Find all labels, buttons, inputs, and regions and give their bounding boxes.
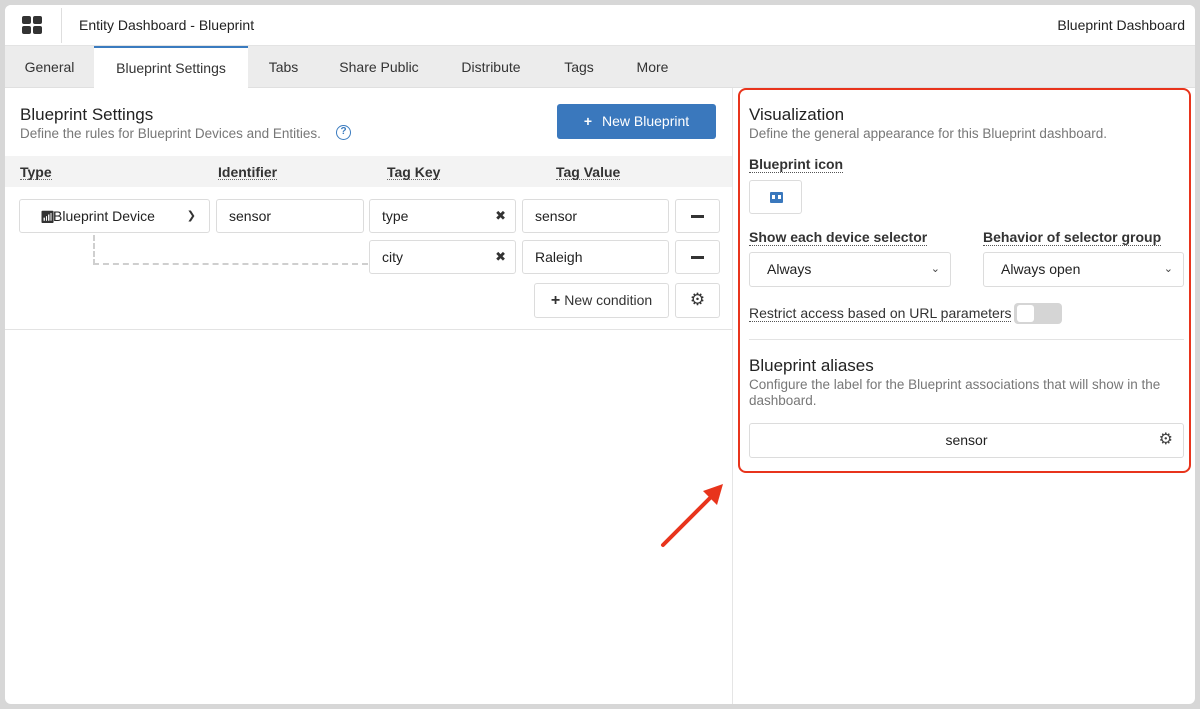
section-title: Blueprint Settings: [20, 105, 154, 124]
alias-value: sensor: [945, 432, 988, 448]
device-selector-select[interactable]: Always ⌄: [749, 252, 951, 287]
help-icon[interactable]: ?: [336, 125, 351, 140]
type-select[interactable]: 📶︎Blueprint Device ❯: [19, 199, 210, 233]
selector-group-label: Behavior of selector group: [983, 229, 1162, 246]
plus-icon: +: [550, 292, 561, 309]
new-condition-button[interactable]: + New condition: [534, 283, 669, 318]
column-tag-key: Tag Key: [387, 164, 441, 180]
new-blueprint-button[interactable]: + New Blueprint: [557, 104, 716, 139]
tab-tags[interactable]: Tags: [543, 46, 615, 88]
device-selector-value: Always: [767, 261, 812, 277]
clear-icon[interactable]: ✖: [495, 241, 506, 273]
selector-group-value: Always open: [1001, 261, 1081, 277]
connector-line: [93, 235, 95, 265]
aliases-title: Blueprint aliases: [749, 356, 874, 375]
tag-key-value: city: [382, 249, 403, 265]
annotation-arrow-icon: [661, 484, 723, 547]
restrict-access-toggle[interactable]: [1014, 303, 1062, 324]
tag-key-input[interactable]: type ✖: [369, 199, 516, 233]
top-bar: Entity Dashboard - Blueprint Blueprint D…: [5, 5, 1195, 46]
tab-distribute[interactable]: Distribute: [439, 46, 543, 88]
blueprint-icon-label: Blueprint icon: [749, 156, 844, 173]
tag-value-input[interactable]: Raleigh: [522, 240, 669, 274]
aliases-subtitle: Configure the label for the Blueprint as…: [749, 377, 1161, 408]
minus-icon: [691, 255, 704, 259]
new-blueprint-label: New Blueprint: [602, 113, 690, 129]
sensor-icon: 📶︎: [40, 210, 56, 224]
new-condition-label: New condition: [564, 292, 653, 308]
remove-condition-button[interactable]: [675, 199, 720, 233]
type-select-value: Blueprint Device: [53, 208, 155, 224]
chevron-down-icon: ⌄: [930, 263, 940, 275]
tab-bar: General Blueprint Settings Tabs Share Pu…: [5, 46, 1195, 89]
tag-value-input[interactable]: sensor: [522, 199, 669, 233]
column-tag-value: Tag Value: [556, 164, 621, 180]
blueprint-icon: [770, 192, 783, 203]
selector-group-select[interactable]: Always open ⌄: [983, 252, 1184, 287]
restrict-access-label: Restrict access based on URL parameters: [749, 305, 1012, 322]
divider: [749, 339, 1184, 340]
minus-icon: [691, 214, 704, 218]
tag-key-value: type: [382, 208, 409, 224]
tab-blueprint-settings[interactable]: Blueprint Settings: [94, 46, 248, 89]
tab-more[interactable]: More: [615, 46, 690, 88]
connector-line: [93, 263, 368, 265]
remove-condition-button[interactable]: [675, 240, 720, 274]
chevron-down-icon: ⌄: [1163, 263, 1173, 275]
visualization-subtitle: Define the general appearance for this B…: [749, 126, 1107, 141]
column-identifier: Identifier: [218, 164, 278, 180]
visualization-title: Visualization: [749, 105, 845, 124]
device-selector-label: Show each device selector: [749, 229, 928, 246]
alias-input[interactable]: sensor ⚙︎: [749, 423, 1184, 458]
page-title: Entity Dashboard - Blueprint: [79, 17, 255, 33]
section-subtitle: Define the rules for Blueprint Devices a…: [20, 126, 321, 141]
grid-icon[interactable]: [22, 16, 42, 34]
tab-general[interactable]: General: [5, 46, 94, 88]
identifier-input[interactable]: sensor: [216, 199, 364, 233]
gear-icon[interactable]: ⚙︎: [1159, 423, 1173, 456]
divider: [61, 8, 62, 43]
clear-icon[interactable]: ✖: [495, 200, 506, 232]
table-header: Type Identifier Tag Key Tag Value: [5, 156, 732, 187]
panel-divider: [732, 88, 733, 704]
settings-button[interactable]: ⚙︎: [675, 283, 720, 318]
toggle-knob: [1017, 305, 1034, 322]
plus-icon: +: [583, 113, 593, 129]
divider: [5, 329, 732, 330]
tag-key-input[interactable]: city ✖: [369, 240, 516, 274]
dashboard-name: Blueprint Dashboard: [1057, 17, 1185, 33]
app-window: Entity Dashboard - Blueprint Blueprint D…: [5, 5, 1195, 704]
chevron-down-icon: ❯: [186, 210, 196, 222]
tab-tabs[interactable]: Tabs: [248, 46, 319, 88]
tab-share-public[interactable]: Share Public: [319, 46, 439, 88]
blueprint-icon-picker[interactable]: [749, 180, 802, 214]
gear-icon: ⚙︎: [689, 290, 706, 309]
column-type: Type: [20, 164, 52, 180]
